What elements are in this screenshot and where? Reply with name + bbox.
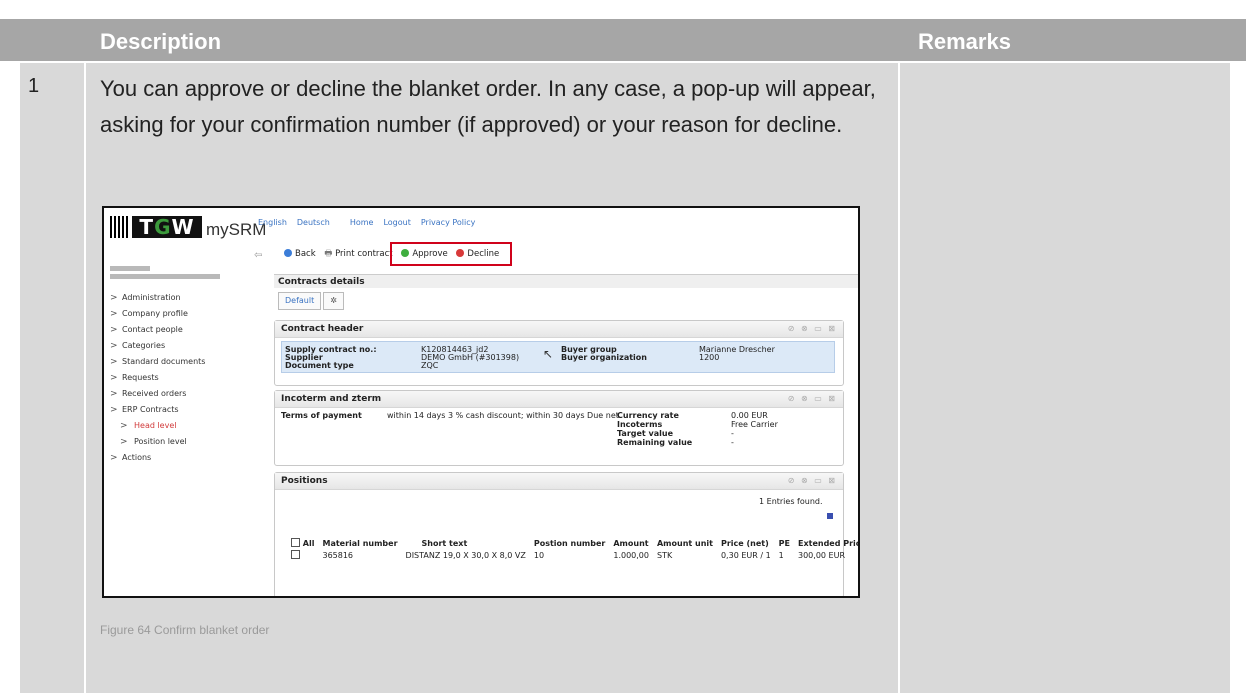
remaining-value: - <box>731 438 734 447</box>
back-arrow-icon <box>284 249 292 257</box>
link-deutsch[interactable]: Deutsch <box>297 218 330 227</box>
col-short-text[interactable]: Short text <box>402 537 530 549</box>
sidebar-item-actions[interactable]: > Actions <box>108 450 268 466</box>
logo-tgw: TGW <box>132 216 202 238</box>
doctype-value: ZQC <box>421 361 439 370</box>
gear-icon[interactable]: ✲ <box>323 292 344 310</box>
target-value: - <box>731 429 734 438</box>
panel-controls-icon[interactable]: ⊘ ⊗ ▭ ⊠ <box>788 391 837 407</box>
export-icon[interactable] <box>827 513 833 519</box>
col-all[interactable]: All <box>287 537 318 549</box>
currency-label: Currency rate <box>617 411 679 420</box>
sidebar-item-contact-people[interactable]: > Contact people <box>108 322 268 338</box>
col-amount-unit[interactable]: Amount unit <box>653 537 717 549</box>
row-number: 1 <box>28 75 40 97</box>
link-privacy[interactable]: Privacy Policy <box>421 218 476 227</box>
contracts-details-title: Contracts details <box>274 274 858 288</box>
link-logout[interactable]: Logout <box>383 218 410 227</box>
chevron-right-icon: > <box>110 309 118 319</box>
remaining-label: Remaining value <box>617 438 693 447</box>
doctype-label: Document type <box>285 361 354 370</box>
back-button[interactable]: Back <box>284 249 316 259</box>
panel-controls-icon[interactable]: ⊘ ⊗ ▭ ⊠ <box>788 321 837 337</box>
chevron-right-icon: > <box>110 325 118 335</box>
header-description: Description <box>100 29 222 54</box>
panel-header: Incoterm and zterm ⊘ ⊗ ▭ ⊠ <box>275 391 843 408</box>
table-header-row: All Material number Short text Postion n… <box>287 537 858 549</box>
sidebar-item-requests[interactable]: > Requests <box>108 370 268 386</box>
col-amount[interactable]: Amount <box>609 537 653 549</box>
sidebar-item-received-orders[interactable]: > Received orders <box>108 386 268 402</box>
target-label: Target value <box>617 429 674 438</box>
app-screenshot: TGW mySRM English Deutsch Home Logout Privac… <box>102 206 860 598</box>
cell-short-text: DISTANZ 19,0 X 30,0 X 8,0 VZ <box>405 550 526 560</box>
terms-label: Terms of payment <box>281 411 362 420</box>
cell-position: 10 <box>533 550 545 560</box>
row-number-cell: 1 <box>20 63 84 693</box>
chevron-right-icon: > <box>110 357 118 367</box>
contract-header-panel: Contract header ⊘ ⊗ ▭ ⊠ Supply contract n… <box>274 320 844 386</box>
buyer-org-label: Buyer organization <box>561 353 647 362</box>
cell-amount-unit: STK <box>656 550 673 560</box>
positions-panel: Positions ⊘ ⊗ ▭ ⊠ 1 Entries found. All Ma… <box>274 472 858 596</box>
sidebar-item-erp-contracts[interactable]: > ERP Contracts <box>108 402 268 418</box>
remarks-cell <box>900 63 1230 693</box>
chevron-right-icon: > <box>120 437 128 447</box>
cell-extended-price: 300,00 EUR <box>798 550 846 560</box>
incoterms-value: Free Carrier <box>731 420 778 429</box>
link-home[interactable]: Home <box>350 218 374 227</box>
mouse-cursor-icon: ↖ <box>543 347 554 361</box>
positions-table: All Material number Short text Postion n… <box>287 537 858 561</box>
panel-controls-icon[interactable]: ⊘ ⊗ ▭ ⊠ <box>788 473 837 489</box>
col-material[interactable]: Material number <box>318 537 401 549</box>
sidebar-item-head-level[interactable]: > Head level <box>108 418 268 434</box>
chevron-right-icon: > <box>120 421 128 431</box>
incoterms-label: Incoterms <box>617 420 663 429</box>
incoterm-panel: Incoterm and zterm ⊘ ⊗ ▭ ⊠ Terms of payme… <box>274 390 844 466</box>
select-all-checkbox[interactable] <box>291 538 300 547</box>
chevron-right-icon: > <box>110 293 118 303</box>
col-price[interactable]: Price (net) <box>717 537 775 549</box>
chevron-right-icon: > <box>110 389 118 399</box>
printer-icon: 🖶 <box>324 249 336 259</box>
col-extended-price[interactable]: Extended Price <box>794 537 858 549</box>
contracts-tabs: Default ✲ <box>278 292 346 310</box>
chevron-down-icon: > <box>110 405 118 415</box>
figure-caption: Figure 64 Confirm blanket order <box>100 623 270 637</box>
terms-value: within 14 days 3 % cash discount; within… <box>387 411 619 420</box>
row-checkbox[interactable] <box>291 550 300 559</box>
sidebar-item-company-profile[interactable]: > Company profile <box>108 306 268 322</box>
cell-amount: 1.000,00 <box>613 550 649 560</box>
sidebar-item-position-level[interactable]: > Position level <box>108 434 268 450</box>
link-english[interactable]: English <box>258 218 287 227</box>
chevron-right-icon: > <box>110 341 118 351</box>
panel-header: Contract header ⊘ ⊗ ▭ ⊠ <box>275 321 843 338</box>
highlight-box <box>390 242 512 266</box>
buyer-org-value: 1200 <box>699 353 720 362</box>
description-text: You can approve or decline the blanket o… <box>100 76 876 137</box>
sidebar-item-standard-documents[interactable]: > Standard documents <box>108 354 268 370</box>
panel-header: Positions ⊘ ⊗ ▭ ⊠ <box>275 473 843 490</box>
cell-price: 0,30 EUR / 1 <box>720 550 771 560</box>
col-position[interactable]: Postion number <box>530 537 610 549</box>
chevron-right-icon: > <box>110 453 118 463</box>
cell-material: 365816 <box>322 550 354 560</box>
top-links: English Deutsch Home Logout Privacy Policy <box>258 218 485 227</box>
sidebar-item-categories[interactable]: > Categories <box>108 338 268 354</box>
user-info-blurred <box>110 266 240 279</box>
table-row[interactable]: 365816 DISTANZ 19,0 X 30,0 X 8,0 VZ 10 1… <box>287 549 858 561</box>
table-header-row: Description Remarks <box>0 19 1246 61</box>
col-pe[interactable]: PE <box>775 537 794 549</box>
entries-found: 1 Entries found. <box>759 497 823 506</box>
double-arrow-icon[interactable]: ⇦ <box>254 250 262 261</box>
sidebar-nav: > Administration > Company profile > Contac… <box>108 290 268 466</box>
header-remarks: Remarks <box>918 29 1011 54</box>
chevron-right-icon: > <box>110 373 118 383</box>
cell-pe: 1 <box>778 550 784 560</box>
print-contract-button[interactable]: 🖶 Print contract <box>324 248 392 262</box>
tab-default[interactable]: Default <box>278 292 322 310</box>
sidebar-item-administration[interactable]: > Administration <box>108 290 268 306</box>
logo-barcode <box>110 216 130 238</box>
currency-value: 0.00 EUR <box>731 411 768 420</box>
